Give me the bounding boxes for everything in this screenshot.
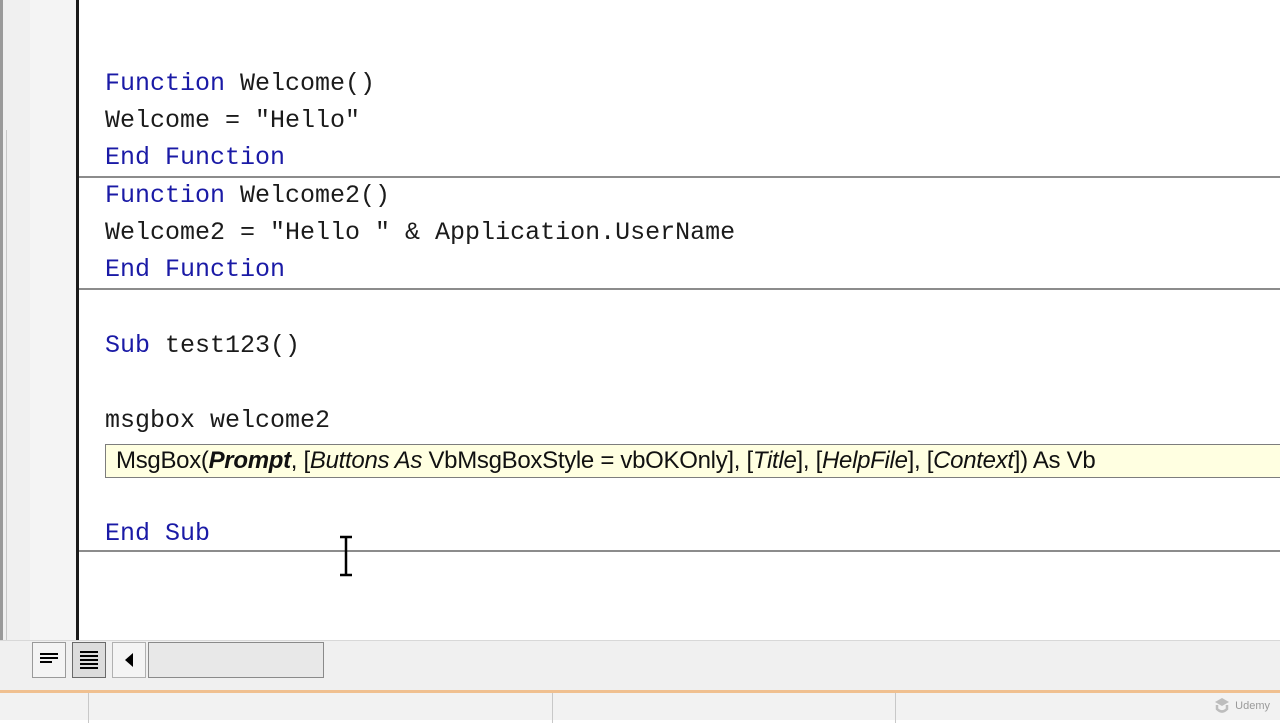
udemy-logo-icon xyxy=(1215,698,1230,713)
divider xyxy=(552,693,553,723)
divider xyxy=(895,693,896,723)
statement: Welcome2 = "Hello " & Application.UserNa… xyxy=(105,218,736,247)
keyword: End xyxy=(105,519,151,548)
tooltip-text: ], [ xyxy=(907,447,934,474)
tooltip-text: ], [ xyxy=(796,447,823,474)
margin-indicator-bar[interactable] xyxy=(30,0,77,640)
identifier: Welcome() xyxy=(225,69,376,98)
keyword: Function xyxy=(105,69,226,98)
keyword: Sub xyxy=(150,519,211,548)
full-module-view-button[interactable] xyxy=(72,642,106,678)
keyword: End xyxy=(105,143,151,172)
scroll-left-button[interactable] xyxy=(112,642,146,678)
code-line-end-function-2[interactable]: End Function xyxy=(105,253,285,287)
text-cursor-icon xyxy=(340,535,352,577)
tooltip-param-helpfile: HelpFile xyxy=(822,447,908,474)
code-line-end-sub[interactable]: End Sub xyxy=(105,517,210,551)
code-line-sub-test123[interactable]: Sub test123() xyxy=(105,329,300,363)
statement: Welcome = "Hello" xyxy=(105,106,361,135)
procedure-view-icon xyxy=(40,653,58,663)
keyword: Sub xyxy=(105,331,151,360)
tooltip-param-context: Context xyxy=(933,447,1014,474)
tooltip-text: , [ xyxy=(290,447,310,474)
horizontal-scrollbar-thumb[interactable] xyxy=(148,642,324,678)
code-line-end-function-1[interactable]: End Function xyxy=(105,141,285,175)
code-line-msgbox[interactable]: msgbox welcome2 xyxy=(105,404,330,438)
keyword: Function xyxy=(105,181,226,210)
window-edge xyxy=(0,0,3,690)
tooltip-text: MsgBox( xyxy=(116,447,209,474)
code-editor[interactable]: Function Welcome() Welcome = "Hello" End… xyxy=(79,0,1280,640)
code-line-function-welcome[interactable]: Function Welcome() xyxy=(105,67,375,101)
arrow-left-icon xyxy=(125,653,133,667)
procedure-separator xyxy=(79,550,1280,552)
identifier: test123() xyxy=(150,331,301,360)
tooltip-param-buttons: Buttons As xyxy=(309,447,423,474)
code-line-welcome2-assign[interactable]: Welcome2 = "Hello " & Application.UserNa… xyxy=(105,216,735,250)
code-line-function-welcome2[interactable]: Function Welcome2() xyxy=(105,179,390,213)
procedure-separator xyxy=(79,176,1280,178)
tooltip-param-prompt: Prompt xyxy=(208,447,292,474)
window-inner-edge xyxy=(6,130,7,650)
left-window-chrome xyxy=(0,0,31,690)
procedure-view-button[interactable] xyxy=(32,642,66,678)
keyword: Function xyxy=(150,255,286,284)
identifier: Welcome2() xyxy=(225,181,391,210)
watermark: Udemy xyxy=(1213,694,1270,718)
tooltip-param-title: Title xyxy=(752,447,797,474)
divider xyxy=(88,693,89,723)
keyword: Function xyxy=(150,143,286,172)
watermark-text: Udemy xyxy=(1235,700,1270,712)
tooltip-text: VbMsgBoxStyle = vbOKOnly], [ xyxy=(422,447,753,474)
quick-info-tooltip: MsgBox(Prompt, [Buttons As VbMsgBoxStyle… xyxy=(105,444,1280,478)
full-module-view-icon xyxy=(80,651,98,669)
code-line-welcome-assign[interactable]: Welcome = "Hello" xyxy=(105,104,360,138)
procedure-separator xyxy=(79,288,1280,290)
tooltip-text: ]) As Vb xyxy=(1013,447,1096,474)
statement: msgbox welcome2 xyxy=(105,406,331,435)
keyword: End xyxy=(105,255,151,284)
bottom-window-strip xyxy=(0,690,1280,723)
